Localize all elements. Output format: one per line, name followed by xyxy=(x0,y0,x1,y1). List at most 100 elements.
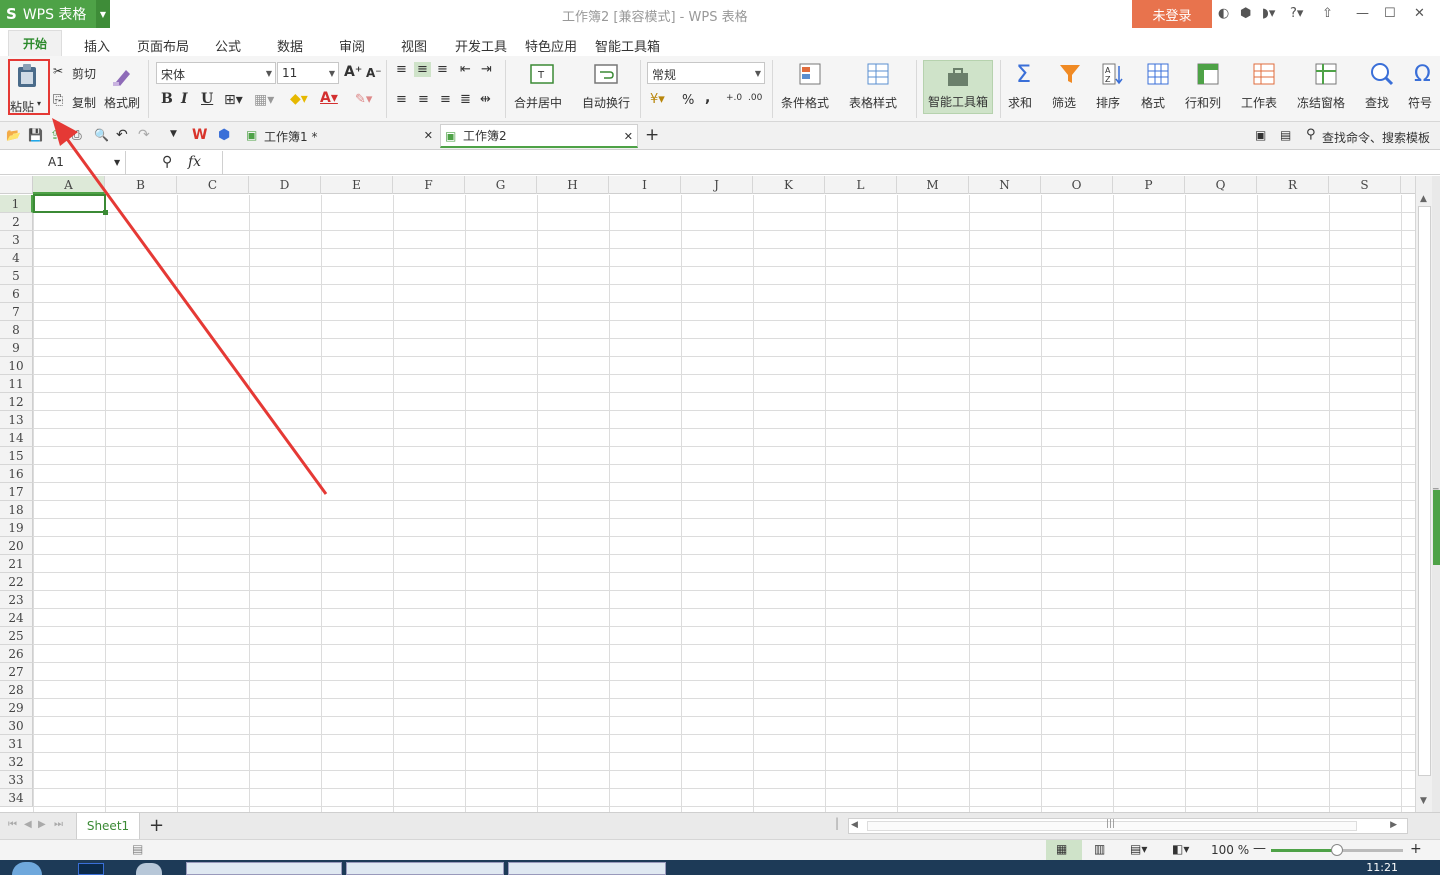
increase-font-icon[interactable]: A⁺ xyxy=(344,64,362,80)
comma-button[interactable]: , xyxy=(705,90,710,106)
align-center-icon[interactable]: ≡ xyxy=(418,92,429,107)
save-icon[interactable]: 💾 xyxy=(28,128,43,142)
spreadsheet-grid[interactable]: ABCDEFGHIJKLMNOPQRS 1 2 3 4 5 6 7 8 9 10 11 12 13 14 1… xyxy=(0,176,1415,812)
print-preview-icon[interactable]: 🔍 xyxy=(94,128,109,142)
row-header[interactable]: 23 xyxy=(0,591,33,609)
row-header[interactable]: 21 xyxy=(0,555,33,573)
fill-handle[interactable] xyxy=(103,210,108,215)
merge-center-button[interactable]: 合并居中 xyxy=(514,94,562,111)
tab-data[interactable]: 数据 xyxy=(277,36,303,55)
new-tab-icon[interactable]: + xyxy=(645,125,659,145)
row-header[interactable]: 7 xyxy=(0,303,33,321)
settings-icon[interactable]: ⬢ xyxy=(1240,6,1251,21)
table-style-button[interactable]: 表格样式 xyxy=(849,94,897,111)
column-header[interactable]: P xyxy=(1113,176,1185,194)
row-header[interactable]: 33 xyxy=(0,771,33,789)
column-header[interactable]: C xyxy=(177,176,249,194)
macro-record-icon[interactable]: ▤ xyxy=(132,842,143,856)
wps-home-icon[interactable]: W xyxy=(192,127,207,143)
font-name-select[interactable]: 宋体 ▼ xyxy=(156,62,276,84)
indent-decrease-icon[interactable]: ⇤ xyxy=(460,62,471,77)
taskbar-window-2[interactable] xyxy=(346,862,504,875)
tab-formula[interactable]: 公式 xyxy=(215,36,241,55)
column-header[interactable]: F xyxy=(393,176,465,194)
close-tab-icon[interactable]: ✕ xyxy=(624,130,633,143)
prev-sheet-icon[interactable]: ◀ xyxy=(24,819,32,830)
horizontal-scroll-thumb[interactable]: ||| xyxy=(867,819,1357,831)
bold-button[interactable]: B xyxy=(161,91,173,107)
row-header[interactable]: 17 xyxy=(0,483,33,501)
percent-button[interactable]: % xyxy=(682,93,694,108)
feedback-icon[interactable]: ◗▾ xyxy=(1262,6,1275,21)
row-header[interactable]: 12 xyxy=(0,393,33,411)
row-header[interactable]: 31 xyxy=(0,735,33,753)
column-header[interactable]: B xyxy=(105,176,177,194)
start-button[interactable] xyxy=(12,862,42,875)
row-header[interactable]: 16 xyxy=(0,465,33,483)
photoshop-taskbar-icon[interactable] xyxy=(78,863,104,875)
doc-tab-workbook2[interactable]: ▣ 工作簿2 ✕ xyxy=(440,124,638,148)
tab-insert[interactable]: 插入 xyxy=(84,36,110,55)
fill-color-icon[interactable]: ◆▾ xyxy=(290,91,308,107)
feedback-small-icon[interactable]: ▤ xyxy=(1280,128,1291,142)
italic-button[interactable]: I xyxy=(181,91,188,107)
share-icon[interactable]: ▣ xyxy=(1255,128,1266,142)
cloud-cube-icon[interactable]: ⬢ xyxy=(218,127,230,143)
row-col-button[interactable]: 行和列 xyxy=(1185,94,1221,111)
column-header[interactable]: D xyxy=(249,176,321,194)
browser-taskbar-icon[interactable] xyxy=(136,863,162,875)
column-header[interactable]: M xyxy=(897,176,969,194)
sheet-tab-sheet1[interactable]: Sheet1 xyxy=(76,813,140,839)
column-header[interactable]: G xyxy=(465,176,537,194)
row-header[interactable]: 6 xyxy=(0,285,33,303)
find-button[interactable]: 查找 xyxy=(1365,94,1389,111)
row-header[interactable]: 18 xyxy=(0,501,33,519)
row-header[interactable]: 27 xyxy=(0,663,33,681)
column-header[interactable]: N xyxy=(969,176,1041,194)
taskbar-window-1[interactable] xyxy=(186,862,342,875)
tab-review[interactable]: 审阅 xyxy=(339,36,365,55)
doc-tab-workbook1[interactable]: ▣ 工作簿1 * ✕ xyxy=(242,124,437,148)
wrap-text-button[interactable]: 自动换行 xyxy=(582,94,630,111)
font-size-select[interactable]: 11 ▼ xyxy=(277,62,339,84)
upload-icon[interactable]: ⇧ xyxy=(1322,6,1333,21)
column-header[interactable]: K xyxy=(753,176,825,194)
last-sheet-icon[interactable]: ⏭ xyxy=(54,819,63,830)
column-header[interactable]: O xyxy=(1041,176,1113,194)
next-sheet-icon[interactable]: ▶ xyxy=(38,819,46,830)
page-break-view-icon[interactable]: ▤▾ xyxy=(1130,842,1147,856)
tab-home[interactable]: 开始 xyxy=(8,30,62,56)
column-header[interactable]: I xyxy=(609,176,681,194)
tab-split-handle[interactable]: | xyxy=(835,816,839,830)
add-sheet-button[interactable]: + xyxy=(149,815,164,836)
row-header[interactable]: 8 xyxy=(0,321,33,339)
number-format-select[interactable]: 常规 ▼ xyxy=(647,62,765,84)
app-menu-dropdown-icon[interactable]: ▼ xyxy=(96,0,110,28)
column-header[interactable]: J xyxy=(681,176,753,194)
tab-features[interactable]: 特色应用 xyxy=(525,36,577,55)
undo-icon[interactable]: ↶ xyxy=(116,127,128,143)
decrease-font-icon[interactable]: A⁻ xyxy=(366,66,382,80)
row-header[interactable]: 29 xyxy=(0,699,33,717)
zoom-level[interactable]: 100 % xyxy=(1211,843,1249,857)
row-header[interactable]: 28 xyxy=(0,681,33,699)
tab-page-layout[interactable]: 页面布局 xyxy=(137,36,189,55)
copy-button[interactable]: 复制 xyxy=(72,94,96,111)
maximize-icon[interactable]: ☐ xyxy=(1384,6,1396,21)
align-left-icon[interactable]: ≡ xyxy=(396,92,407,107)
align-middle-icon[interactable]: ≡ xyxy=(414,62,431,77)
row-header[interactable]: 26 xyxy=(0,645,33,663)
sort-button[interactable]: 排序 xyxy=(1096,94,1120,111)
indent-increase-icon[interactable]: ⇥ xyxy=(481,62,492,77)
decrease-decimal-icon[interactable]: .00 xyxy=(748,93,762,103)
row-header[interactable]: 5 xyxy=(0,267,33,285)
formula-input[interactable] xyxy=(222,151,1440,174)
name-box[interactable]: A1 ▼ xyxy=(0,151,126,174)
select-all-corner[interactable] xyxy=(0,176,33,194)
currency-icon[interactable]: ¥▾ xyxy=(650,92,665,107)
scroll-right-icon[interactable]: ▶ xyxy=(1390,820,1397,830)
column-header[interactable]: H xyxy=(537,176,609,194)
column-header[interactable]: E xyxy=(321,176,393,194)
row-header[interactable]: 19 xyxy=(0,519,33,537)
tab-view[interactable]: 视图 xyxy=(401,36,427,55)
